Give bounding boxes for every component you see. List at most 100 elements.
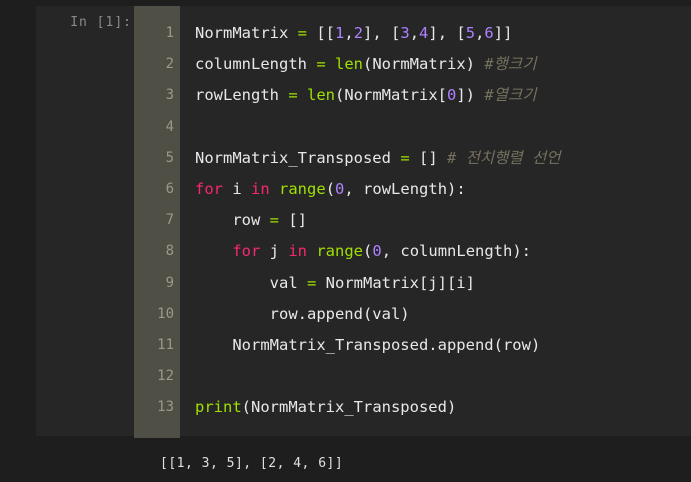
code-line[interactable]: 8 for j in range(0, columnLength): — [134, 236, 691, 267]
line-number: 10 — [157, 305, 174, 322]
line-number: 11 — [157, 336, 174, 353]
code-token: ]) — [456, 86, 485, 105]
code-line[interactable]: 5 NormMatrix_Transposed = [] # 전치행렬 선언 — [134, 143, 691, 174]
code-line[interactable]: 1 NormMatrix = [[1,2], [3,4], [5,6]] — [134, 18, 691, 49]
code-token: 3 — [400, 24, 410, 42]
code-token: (NormMatrix[ — [335, 86, 447, 105]
line-number: 9 — [165, 274, 174, 291]
code-token: NormMatrix_Transposed — [195, 148, 401, 167]
code-token: 2 — [353, 24, 364, 42]
code-token: row.append(val) — [195, 304, 410, 323]
output-text: [[1, 3, 5], [2, 4, 6]] — [160, 456, 344, 471]
code-token: rowLength — [195, 86, 289, 105]
line-number: 4 — [165, 118, 174, 135]
code-line[interactable]: 7 row = [] — [134, 205, 691, 236]
code-line[interactable]: 9 val = NormMatrix[j][i] — [134, 268, 691, 299]
code-token: print — [195, 398, 242, 417]
code-text: for j in range(0, columnLength): — [195, 236, 531, 267]
code-line[interactable]: 10 row.append(val) — [134, 299, 691, 330]
code-token: = — [306, 273, 317, 292]
code-text: row = [] — [195, 205, 307, 236]
code-token: 5 — [465, 24, 476, 42]
code-text: NormMatrix = [[1,2], [3,4], [5,6]] — [195, 18, 512, 49]
code-token: #열크기 — [484, 86, 537, 105]
code-token: , — [475, 24, 485, 42]
code-text: rowLength = len(NormMatrix[0]) #열크기 — [195, 80, 536, 111]
code-line[interactable]: 4 — [134, 112, 691, 143]
code-token: 4 — [419, 24, 429, 42]
code-text: val = NormMatrix[j][i] — [195, 268, 475, 299]
code-token: ], [ — [363, 24, 401, 42]
code-token: = — [269, 211, 279, 230]
code-token: in — [251, 179, 270, 198]
code-token: [] — [279, 211, 307, 230]
line-number: 2 — [165, 56, 174, 73]
code-token: = — [288, 86, 298, 105]
code-token: 1 — [335, 24, 345, 42]
code-token: val — [195, 273, 307, 292]
code-token: [[ — [307, 24, 335, 42]
code-token: ( — [325, 179, 336, 198]
code-text: columnLength = len(NormMatrix) #행크기 — [195, 49, 536, 80]
code-text: row.append(val) — [195, 299, 410, 330]
code-line[interactable]: 13 print(NormMatrix_Transposed) — [134, 392, 691, 423]
code-token: , rowLength): — [344, 179, 466, 198]
line-number: 7 — [165, 212, 174, 229]
code-token: i — [223, 179, 251, 198]
code-text: NormMatrix_Transposed.append(row) — [195, 330, 540, 361]
code-editor[interactable]: 1 NormMatrix = [[1,2], [3,4], [5,6]] 2 colu… — [134, 6, 691, 438]
code-token: columnLength — [195, 55, 317, 74]
code-line[interactable]: 11 NormMatrix_Transposed.append(row) — [134, 330, 691, 361]
code-token: #행크기 — [484, 55, 537, 74]
code-token: 0 — [335, 179, 345, 198]
code-token: (NormMatrix_Transposed) — [241, 398, 457, 417]
code-line[interactable]: 3 rowLength = len(NormMatrix[0]) #열크기 — [134, 80, 691, 111]
code-token: 0 — [447, 86, 457, 105]
line-number: 6 — [165, 180, 174, 197]
code-token: 6 — [484, 24, 494, 42]
code-token: NormMatrix_Transposed.append(row) — [195, 335, 541, 354]
code-text: print(NormMatrix_Transposed) — [195, 392, 456, 423]
code-lines: 1 NormMatrix = [[1,2], [3,4], [5,6]] 2 colu… — [134, 18, 691, 423]
code-token: = — [316, 55, 326, 74]
notebook: In [1]: 1 NormMatrix = [[1,2], [3,4], [5,… — [0, 0, 691, 482]
line-number: 12 — [157, 368, 174, 385]
code-token: NormMatrix[j][i] — [316, 273, 475, 292]
code-token: = — [400, 148, 410, 167]
code-token: ], [ — [428, 24, 466, 42]
code-token: len — [335, 55, 364, 74]
code-token: j — [260, 242, 289, 261]
code-line[interactable]: 6 for i in range(0, rowLength): — [134, 174, 691, 205]
code-token: = — [297, 24, 307, 42]
code-token: range — [279, 179, 326, 198]
line-number: 5 — [165, 149, 174, 166]
code-token: row — [195, 211, 270, 230]
code-token: 0 — [372, 242, 382, 261]
code-token: range — [316, 242, 364, 261]
code-token: for — [195, 179, 223, 198]
code-token: len — [307, 86, 336, 105]
output-area: [[1, 3, 5], [2, 4, 6]] — [36, 440, 691, 482]
code-token: ( — [363, 242, 373, 261]
code-token: (NormMatrix) — [363, 55, 485, 74]
line-number: 13 — [157, 399, 174, 416]
line-number: 8 — [165, 243, 174, 260]
code-token: for — [232, 242, 261, 261]
code-token: , columnLength): — [381, 242, 532, 261]
code-text: for i in range(0, rowLength): — [195, 174, 466, 205]
code-token: , — [409, 24, 420, 42]
code-token: , — [344, 24, 354, 42]
code-token: ]] — [493, 24, 513, 42]
line-number: 3 — [165, 87, 174, 104]
code-line[interactable]: 2 columnLength = len(NormMatrix) #행크기 — [134, 49, 691, 80]
input-prompt: In [1]: — [70, 15, 132, 30]
code-text: NormMatrix_Transposed = [] # 전치행렬 선언 — [195, 143, 561, 174]
code-cell[interactable]: In [1]: 1 NormMatrix = [[1,2], [3,4], [5,… — [36, 6, 691, 438]
code-line[interactable]: 12 — [134, 361, 691, 392]
code-token: [] — [409, 148, 447, 167]
